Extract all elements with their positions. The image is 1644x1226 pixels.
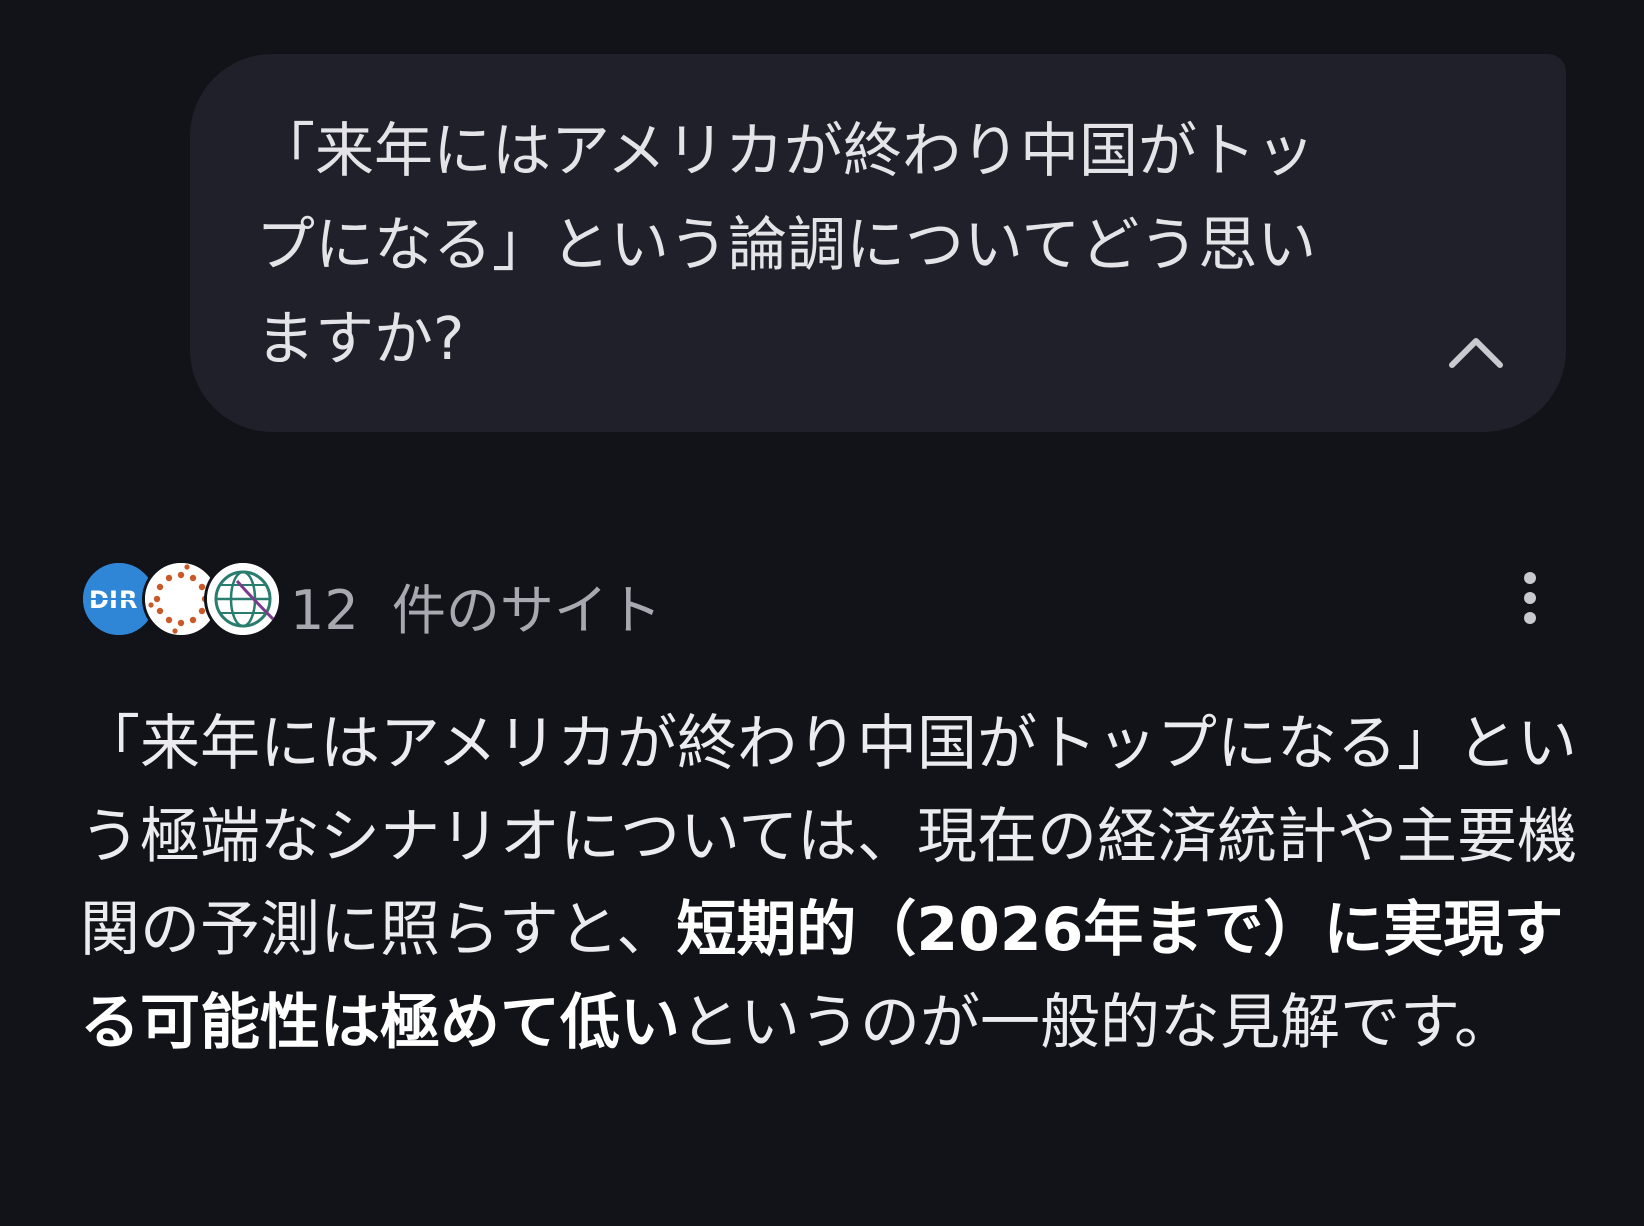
- user-prompt-bubble: 「来年にはアメリカが終わり中国がトップになる」という論調についてどう思いますか?: [190, 54, 1566, 432]
- user-prompt-text: 「来年にはアメリカが終わり中国がトップになる」という論調についてどう思いますか?: [256, 116, 1317, 373]
- sources-count: 12: [290, 579, 359, 642]
- sources-count-label[interactable]: 12 件のサイト: [290, 566, 662, 645]
- collapse-prompt-button[interactable]: [1444, 330, 1508, 374]
- globe-logo-icon: [204, 560, 282, 638]
- sources-text: 件のサイト: [391, 579, 662, 642]
- more-options-button[interactable]: [1502, 566, 1558, 630]
- sources-row[interactable]: D I R: [80, 558, 662, 642]
- answer-paragraph: 「来年にはアメリカが終わり中国がトップになる」という極端なシナリオについては、現…: [80, 698, 1580, 1070]
- answer-text-part3: というのが一般的な見解です。: [680, 988, 1514, 1058]
- more-vertical-icon: [1524, 572, 1536, 624]
- source-favicons[interactable]: D I R: [80, 558, 290, 642]
- chevron-up-icon: [1449, 338, 1503, 368]
